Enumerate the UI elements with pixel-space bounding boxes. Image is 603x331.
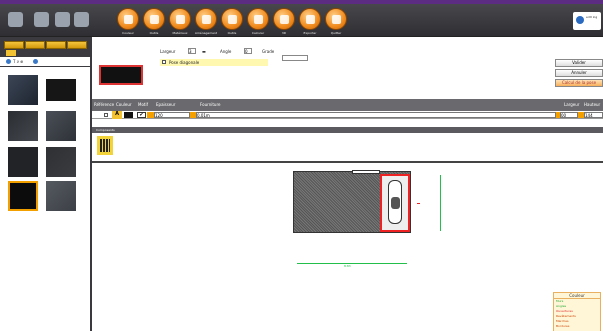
material-thumb[interactable]: [46, 181, 76, 211]
logo-text: edit log: [586, 15, 598, 19]
row-height-field[interactable]: 144: [584, 112, 603, 118]
material-thumb[interactable]: [8, 75, 38, 105]
cube-icon: [280, 15, 289, 24]
calculate-button[interactable]: [247, 8, 269, 30]
layers-icon: [176, 15, 185, 24]
row-supply-field[interactable]: 0.01m: [196, 112, 556, 118]
export-button[interactable]: [299, 8, 321, 30]
tools-button[interactable]: [143, 8, 165, 30]
tool-icon: [150, 15, 159, 24]
materials-button[interactable]: [169, 8, 191, 30]
sidebar-tools: T ∂ ⊕: [0, 57, 90, 66]
floor-notch: [352, 170, 380, 174]
category-tab-1[interactable]: [4, 41, 24, 49]
logo-icon: [576, 16, 584, 24]
material-thumbnails: [0, 67, 90, 331]
components-panel: [92, 133, 603, 163]
view3d-button[interactable]: [273, 8, 295, 30]
material-thumb[interactable]: [46, 79, 76, 101]
horizontal-dimension-line: [297, 263, 407, 264]
col-thickness: Epaisseur: [156, 102, 176, 107]
calculate-pose-button[interactable]: Calcul de la pose: [555, 79, 603, 87]
category-tabs: [4, 41, 88, 50]
layout-button[interactable]: [195, 8, 217, 30]
col-height: Hauteur: [584, 102, 601, 107]
wrench-icon: [228, 15, 237, 24]
dimension-label: 8.83: [344, 264, 351, 268]
selected-material-swatch: [99, 65, 143, 85]
dash-separator: ▬: [202, 49, 206, 54]
globe-icon[interactable]: [6, 59, 11, 64]
category-tab-4[interactable]: [67, 41, 87, 49]
main-toolbar: Couleur Outils Matériaux Aménagement Out…: [0, 0, 603, 37]
tile-properties-form: Largeur 3 ▬ Angle 0 Grade Pose diagonale…: [92, 47, 603, 97]
angle-label: Angle: [220, 49, 232, 54]
width-field[interactable]: 3: [188, 48, 196, 54]
subcategory-tab[interactable]: [6, 50, 16, 56]
sidebar-tools-text: T ∂ ⊕: [13, 59, 24, 64]
col-pattern: Motif: [138, 102, 148, 107]
diagonal-checkbox-label: Pose diagonale: [169, 60, 200, 65]
cancel-button[interactable]: Annuler: [555, 69, 603, 77]
export-icon: [306, 15, 315, 24]
row-checkbox[interactable]: [104, 113, 108, 117]
layers-table-header: Référence Couleur Motif Epaisseur Fourni…: [92, 99, 603, 111]
brush-icon[interactable]: [55, 12, 70, 27]
material-thumb-selected[interactable]: [8, 181, 38, 211]
material-thumb[interactable]: [8, 111, 38, 141]
row-pattern-check[interactable]: ✔: [137, 112, 146, 118]
tools2-button[interactable]: [221, 8, 243, 30]
legend-item: Bordures: [556, 324, 570, 328]
app-window: Couleur Outils Matériaux Aménagement Out…: [0, 0, 603, 331]
material-sidebar: T ∂ ⊕: [0, 37, 90, 331]
calculator-icon: [254, 15, 263, 24]
col-supply: Fourniture: [200, 102, 221, 107]
vertical-dimension-line: [440, 175, 441, 231]
diagonal-checkbox[interactable]: [162, 60, 166, 64]
category-tab-3[interactable]: [46, 41, 66, 49]
col-width: Largeur: [564, 102, 580, 107]
row-thickness-field[interactable]: 120: [154, 112, 190, 118]
angle-field[interactable]: 0: [244, 48, 252, 54]
col-color: Couleur: [116, 102, 132, 107]
category-tab-2[interactable]: [25, 41, 45, 49]
car-icon: [388, 180, 402, 224]
col-reference: Référence: [94, 102, 115, 107]
paint-bucket-icon[interactable]: [74, 12, 89, 27]
material-thumb[interactable]: [46, 147, 76, 177]
quit-button[interactable]: [325, 8, 347, 30]
info-icon[interactable]: [33, 59, 38, 64]
table-row[interactable]: A ✔ 120 0.01m 00 144: [92, 111, 603, 119]
power-icon: [332, 15, 341, 24]
components-band-label: Composants: [96, 128, 115, 132]
vehicle-object[interactable]: [380, 174, 410, 232]
grade-field[interactable]: [282, 55, 308, 61]
quit-button-label: Quitter: [330, 31, 342, 35]
material-thumb[interactable]: [8, 147, 38, 177]
dimension-marker: [417, 203, 420, 204]
color-button[interactable]: [117, 8, 139, 30]
row-width-field[interactable]: 00: [560, 112, 578, 118]
row-color-swatch[interactable]: [124, 112, 133, 118]
row-letter: A: [112, 111, 122, 119]
width-label: Largeur: [160, 49, 176, 54]
qr-code-icon[interactable]: [97, 136, 113, 155]
app-logo: edit log: [573, 12, 601, 30]
pose-option-note: Pose diagonale: [160, 59, 268, 66]
folder-icon[interactable]: [34, 12, 49, 27]
title-stripe: [0, 0, 603, 4]
home-icon[interactable]: [8, 12, 23, 27]
material-thumb[interactable]: [46, 111, 76, 141]
grade-label: Grade: [262, 49, 275, 54]
color-legend: Couleur Murs Angles Ouvertures Revêtemen…: [553, 292, 601, 331]
plan-canvas[interactable]: 8.83: [92, 165, 603, 331]
validate-button[interactable]: Valider: [555, 59, 603, 67]
grid-icon: [202, 15, 211, 24]
main-panel: Largeur 3 ▬ Angle 0 Grade Pose diagonale…: [92, 37, 603, 331]
palette-icon: [124, 15, 133, 24]
